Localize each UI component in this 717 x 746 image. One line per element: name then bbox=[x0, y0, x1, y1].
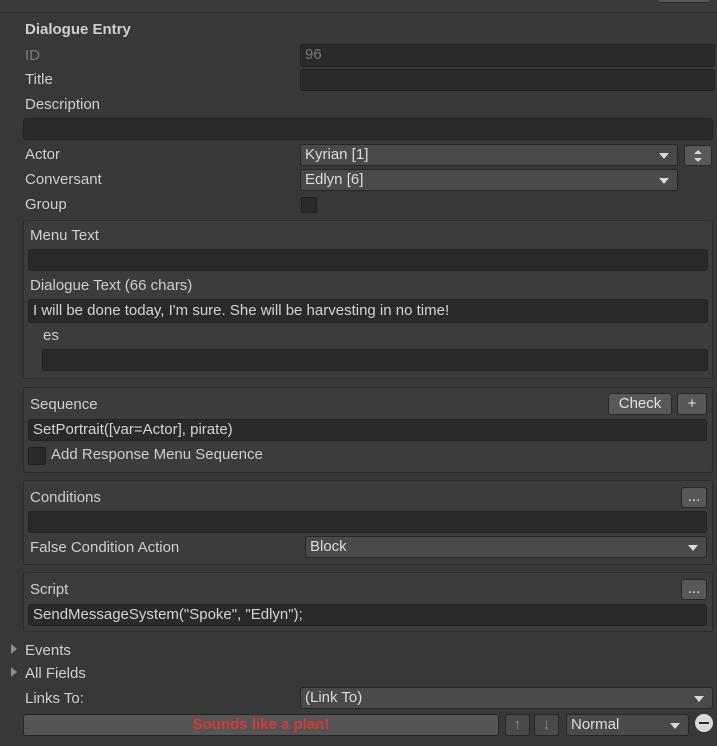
sequence-field[interactable]: SetPortrait([var=Actor], pirate) bbox=[28, 419, 707, 441]
top-toolbar-button[interactable] bbox=[657, 0, 711, 3]
id-field: 96 bbox=[300, 44, 715, 67]
move-link-up-button[interactable]: ↑ bbox=[505, 714, 530, 736]
conditions-label: Conditions bbox=[30, 489, 101, 506]
group-checkbox[interactable] bbox=[301, 197, 317, 213]
conversant-dropdown-value: Edlyn [6] bbox=[305, 171, 364, 188]
actor-label: Actor bbox=[25, 146, 61, 163]
id-label: ID bbox=[25, 47, 40, 64]
link-item-text: Sounds like a plan! bbox=[192, 716, 330, 733]
minus-circle-icon bbox=[699, 722, 709, 724]
chevron-down-icon bbox=[688, 545, 698, 551]
add-sequence-button[interactable]: + bbox=[677, 393, 707, 415]
dialogue-text-field[interactable]: I will be done today, I'm sure. She will… bbox=[28, 299, 708, 323]
up-down-arrows-icon bbox=[694, 150, 702, 162]
conditions-field[interactable] bbox=[28, 511, 707, 533]
events-foldout-arrow-icon[interactable] bbox=[11, 644, 17, 654]
response-menu-sequence-checkbox[interactable] bbox=[28, 447, 46, 465]
all-fields-foldout-arrow-icon[interactable] bbox=[11, 667, 17, 677]
localization-es-field[interactable] bbox=[42, 349, 708, 371]
actor-dropdown[interactable]: Kyrian [1] bbox=[300, 144, 678, 166]
chevron-down-icon bbox=[659, 153, 669, 159]
actor-swap-button[interactable] bbox=[684, 145, 712, 166]
conditions-more-button[interactable]: ... bbox=[681, 487, 707, 508]
link-item-button[interactable]: Sounds like a plan! bbox=[23, 714, 499, 736]
chevron-down-icon bbox=[670, 723, 680, 729]
actor-dropdown-value: Kyrian [1] bbox=[305, 146, 369, 163]
script-more-button[interactable]: ... bbox=[681, 579, 707, 600]
description-label: Description bbox=[25, 96, 101, 113]
arrow-up-icon: ↑ bbox=[513, 716, 522, 733]
link-priority-dropdown[interactable]: Normal bbox=[566, 714, 689, 736]
title-field[interactable] bbox=[300, 69, 715, 91]
all-fields-foldout[interactable]: All Fields bbox=[25, 665, 86, 683]
menu-text-label: Menu Text bbox=[30, 227, 99, 244]
localization-es-label: es bbox=[43, 327, 59, 344]
move-link-down-button[interactable]: ↓ bbox=[534, 714, 559, 736]
links-to-label: Links To: bbox=[25, 690, 84, 707]
group-label: Group bbox=[25, 196, 67, 213]
false-condition-action-label: False Condition Action bbox=[30, 539, 180, 556]
script-field[interactable]: SendMessageSystem("Spoke", "Edlyn"); bbox=[28, 604, 707, 626]
title-label: Title bbox=[25, 71, 53, 88]
remove-link-button[interactable] bbox=[695, 714, 713, 732]
link-priority-value: Normal bbox=[571, 716, 620, 733]
link-to-dropdown[interactable]: (Link To) bbox=[300, 687, 713, 709]
inspector-top-bar bbox=[0, 0, 717, 13]
arrow-down-icon: ↓ bbox=[542, 716, 551, 733]
link-to-dropdown-value: (Link To) bbox=[305, 689, 363, 706]
false-condition-action-value: Block bbox=[310, 538, 347, 555]
script-label: Script bbox=[30, 581, 69, 598]
false-condition-action-dropdown[interactable]: Block bbox=[305, 536, 707, 558]
check-sequence-button[interactable]: Check bbox=[608, 393, 672, 415]
description-field[interactable] bbox=[23, 118, 713, 140]
menu-text-field[interactable] bbox=[28, 249, 708, 271]
events-foldout[interactable]: Events bbox=[25, 642, 71, 660]
response-menu-sequence-label: Add Response Menu Sequence bbox=[51, 446, 263, 463]
sequence-label: Sequence bbox=[30, 396, 98, 413]
conversant-label: Conversant bbox=[25, 171, 102, 188]
dialogue-entry-header: Dialogue Entry bbox=[25, 21, 131, 38]
chevron-down-icon bbox=[694, 696, 704, 702]
chevron-down-icon bbox=[659, 178, 669, 184]
dialogue-text-label: Dialogue Text (66 chars) bbox=[30, 277, 193, 294]
conversant-dropdown[interactable]: Edlyn [6] bbox=[300, 169, 678, 191]
